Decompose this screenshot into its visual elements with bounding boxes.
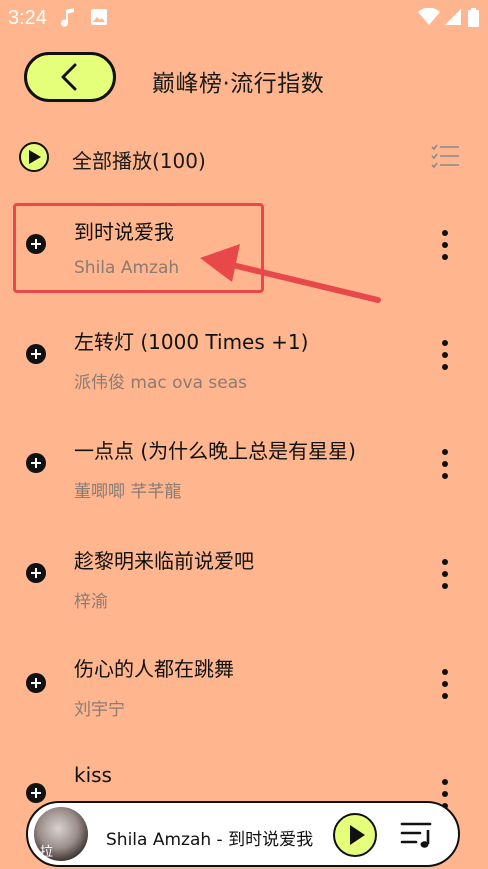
chevron-left-icon (61, 63, 77, 91)
song-artist: 董唧唧 芊芊龍 (74, 482, 182, 502)
music-note-icon (60, 8, 76, 33)
song-row[interactable]: 伤心的人都在跳舞 刘宇宁 (0, 635, 488, 739)
add-circle-icon[interactable] (26, 563, 46, 583)
add-circle-icon[interactable] (26, 673, 46, 693)
add-circle-icon[interactable] (26, 453, 46, 473)
song-artist: 刘宇宁 (74, 700, 125, 720)
add-circle-icon[interactable] (26, 344, 46, 364)
header: 巅峰榜·流行指数 (0, 40, 488, 116)
wifi-icon (418, 7, 440, 31)
song-row[interactable]: 一点点 (为什么晚上总是有星星) 董唧唧 芊芊龍 (0, 415, 488, 519)
play-all-bar[interactable]: 全部播放(100) (0, 134, 488, 180)
play-icon (29, 150, 41, 164)
more-options-icon[interactable] (441, 449, 449, 479)
more-options-icon[interactable] (441, 230, 449, 260)
more-options-icon[interactable] (441, 559, 449, 589)
mini-player[interactable]: 拉 Shila Amzah - 到时说爱我 (26, 801, 460, 867)
playlist-queue-icon[interactable] (400, 820, 436, 850)
multi-select-list-icon[interactable] (430, 142, 460, 170)
play-all-label[interactable]: 全部播放(100) (72, 145, 206, 174)
more-options-icon[interactable] (441, 669, 449, 699)
album-art[interactable]: 拉 (34, 807, 88, 861)
song-title: 趁黎明来临前说爱吧 (74, 549, 254, 573)
play-all-button[interactable] (19, 142, 49, 172)
page-title: 巅峰榜·流行指数 (152, 71, 325, 97)
now-playing-text[interactable]: Shila Amzah - 到时说爱我 (106, 825, 313, 850)
annotation-arrow-icon (200, 244, 381, 303)
song-row[interactable]: 趁黎明来临前说爱吧 梓渝 (0, 525, 488, 629)
song-row[interactable]: 左转灯 (1000 Times +1) 派伟俊 mac ova seas (0, 306, 488, 410)
signal-icon (444, 8, 462, 31)
player-play-button[interactable] (333, 813, 377, 857)
song-title: 伤心的人都在跳舞 (74, 657, 234, 681)
song-artist: 派伟俊 mac ova seas (74, 373, 248, 393)
album-art-text: 拉 (40, 845, 54, 860)
status-bar: 3:24 (0, 0, 488, 36)
status-time: 3:24 (8, 7, 47, 29)
battery-icon (468, 8, 479, 32)
song-artist: 梓渝 (74, 592, 108, 612)
song-title: kiss (74, 763, 112, 787)
play-icon (350, 825, 365, 845)
image-icon (90, 8, 108, 31)
song-title: 左转灯 (1000 Times +1) (74, 330, 309, 354)
song-title: 一点点 (为什么晚上总是有星星) (74, 439, 356, 463)
back-button[interactable] (24, 52, 116, 102)
more-options-icon[interactable] (441, 340, 449, 370)
add-circle-icon[interactable] (26, 783, 46, 803)
